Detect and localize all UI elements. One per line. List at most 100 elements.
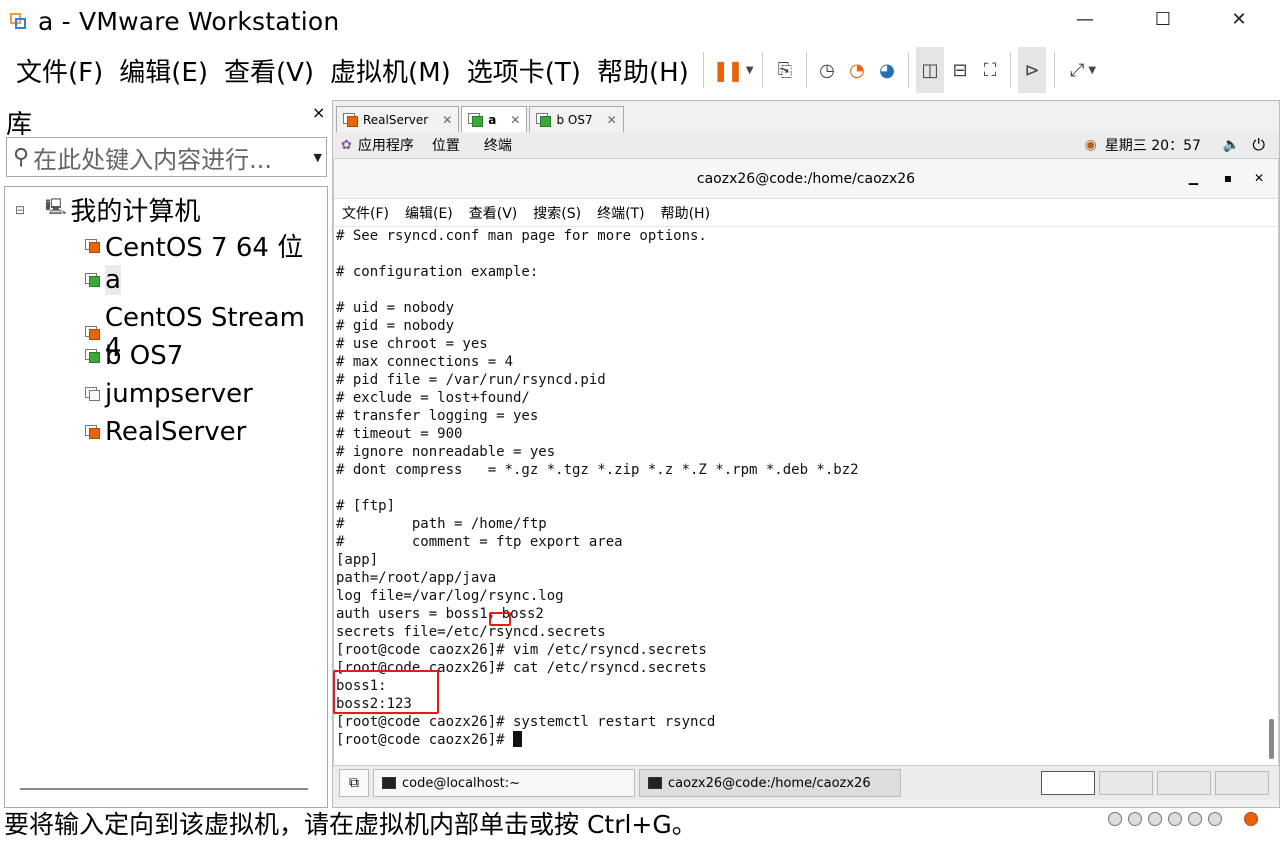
menu-file[interactable]: 文件(F) — [16, 52, 103, 89]
revert-snapshot-button[interactable]: ◔ — [842, 47, 872, 93]
revert-snapshot-icon: ◔ — [849, 59, 865, 81]
tree-root-my-computer[interactable]: ⊟ 🖳 我的计算机 — [15, 191, 200, 228]
taskbar-item-localhost[interactable]: code@localhost:~ — [373, 769, 635, 797]
guest-user-icon[interactable]: ◉ — [1085, 137, 1097, 153]
tree-item-label: CentOS 7 64 位 — [105, 233, 304, 263]
terminal-minimize-icon[interactable]: ▁ — [1189, 171, 1198, 185]
terminal-menu-edit[interactable]: 编辑(E) — [405, 203, 453, 223]
menu-vm[interactable]: 虚拟机(M) — [330, 52, 451, 89]
vm-status-icon[interactable] — [1244, 812, 1258, 826]
terminal-line: # use chroot = yes — [336, 336, 488, 352]
terminal-output[interactable]: # See rsyncd.conf man page for more opti… — [336, 227, 1256, 763]
workspace-3[interactable] — [1157, 771, 1211, 795]
terminal-line: # configuration example: — [336, 264, 539, 280]
tab-a[interactable]: a ✕ — [461, 106, 528, 132]
thumbnail-bar-button[interactable]: ⊟ — [946, 47, 974, 93]
vm-running-icon — [468, 112, 484, 127]
tree-item-jumpserver[interactable]: jumpserver — [85, 379, 253, 409]
hard-disk-icon[interactable] — [1108, 812, 1122, 826]
tree-root-label: 我的计算机 — [70, 197, 201, 227]
terminal-line: # ignore nonreadable = yes — [336, 444, 556, 460]
menu-view[interactable]: 查看(V) — [224, 52, 314, 89]
minimize-button[interactable]: — — [1062, 0, 1108, 38]
close-icon: × — [312, 103, 326, 122]
close-button[interactable]: ✕ — [1216, 0, 1262, 38]
close-tab-icon[interactable]: ✕ — [510, 113, 520, 127]
terminal-line: [root@code caozx26]# cat /etc/rsyncd.sec… — [336, 660, 707, 676]
annotation-comma-highlight — [489, 612, 511, 626]
terminal-menu-file[interactable]: 文件(F) — [342, 203, 389, 223]
terminal-menu-search[interactable]: 搜索(S) — [533, 203, 581, 223]
guest-clock[interactable]: 星期三 20：57 — [1105, 135, 1201, 155]
library-scrollbar[interactable] — [20, 788, 308, 790]
close-tab-icon[interactable]: ✕ — [607, 113, 617, 127]
menu-tabs[interactable]: 选项卡(T) — [467, 52, 581, 89]
full-screen-button[interactable]: ⛶ — [976, 47, 1004, 93]
cd-dvd-icon[interactable] — [1128, 812, 1142, 826]
terminal-line: # exclude = lost+found/ — [336, 390, 530, 406]
collapse-icon[interactable]: ⊟ — [15, 203, 25, 217]
tab-b-os7[interactable]: b OS7 ✕ — [529, 106, 624, 132]
guest-terminal-window[interactable]: caozx26@code:/home/caozx26 ▁ ▪ ✕ 文件(F) 编… — [333, 158, 1279, 766]
snapshot-icon: ◷ — [819, 59, 835, 81]
show-desktop-icon[interactable]: ⧉ — [339, 769, 369, 797]
terminal-line: [root@code caozx26]# vim /etc/rsyncd.sec… — [336, 642, 707, 658]
vm-tab-strip: RealServer ✕ a ✕ b OS7 ✕ — [336, 106, 626, 132]
tab-realserver[interactable]: RealServer ✕ — [336, 106, 460, 132]
annotation-secrets-highlight — [333, 670, 439, 714]
library-search-input[interactable]: ⚲ 在此处键入内容进行... ▼ — [6, 137, 327, 177]
menu-help[interactable]: 帮助(H) — [597, 52, 689, 89]
guest-terminal-menu[interactable]: 终端 — [484, 135, 512, 155]
taskbar-item-label: caozx26@code:/home/caozx26 — [668, 775, 871, 791]
tree-item-a[interactable]: a — [85, 265, 121, 295]
power-icon[interactable]: ⏻ — [1252, 135, 1265, 155]
usb-icon[interactable] — [1168, 812, 1182, 826]
terminal-maximize-icon[interactable]: ▪ — [1224, 171, 1232, 185]
status-bar: 要将输入定向到该虚拟机，请在虚拟机内部单击或按 Ctrl+G。 — [0, 808, 1282, 839]
tree-item-centos7[interactable]: CentOS 7 64 位 — [85, 227, 303, 264]
toolbar-divider — [908, 52, 909, 88]
guest-places-menu[interactable]: 位置 — [432, 135, 460, 155]
chevron-down-icon[interactable]: ▼ — [314, 151, 322, 164]
tree-item-realserver[interactable]: RealServer — [85, 417, 246, 447]
maximize-button[interactable]: ☐ — [1140, 0, 1186, 38]
send-ctrl-alt-del-button[interactable]: ⎘ — [770, 47, 800, 93]
workspace-4[interactable] — [1215, 771, 1269, 795]
tab-label: b OS7 — [556, 112, 593, 127]
tree-item-b-os7[interactable]: b OS7 — [85, 341, 183, 371]
menu-edit[interactable]: 编辑(E) — [119, 52, 208, 89]
terminal-menu-help[interactable]: 帮助(H) — [661, 203, 710, 223]
terminal-icon — [382, 777, 396, 789]
suspend-button[interactable]: ❚❚ ▼ — [710, 47, 756, 93]
workspace-1[interactable] — [1041, 771, 1095, 795]
tree-item-label: b OS7 — [105, 341, 184, 371]
workspace-2[interactable] — [1099, 771, 1153, 795]
stretch-guest-button[interactable]: ⤢ ▼ — [1062, 47, 1104, 93]
terminal-line: [root@code caozx26]# systemctl restart r… — [336, 714, 716, 730]
printer-icon[interactable] — [1208, 812, 1222, 826]
terminal-menu-terminal[interactable]: 终端(T) — [597, 203, 644, 223]
terminal-close-icon[interactable]: ✕ — [1254, 171, 1264, 185]
snapshot-manager-button[interactable]: ◕ — [872, 47, 902, 93]
vm-icon — [85, 387, 101, 401]
taskbar-item-code[interactable]: caozx26@code:/home/caozx26 — [639, 769, 901, 797]
taskbar-item-label: code@localhost:~ — [402, 775, 520, 791]
library-close-button[interactable]: × — [312, 103, 325, 122]
console-view-button[interactable]: ⊳ — [1018, 47, 1046, 93]
terminal-line: # timeout = 900 — [336, 426, 463, 442]
terminal-menu-view[interactable]: 查看(V) — [469, 203, 518, 223]
terminal-icon — [648, 777, 662, 789]
network-icon[interactable] — [1148, 812, 1162, 826]
guest-apps-menu[interactable]: 应用程序 — [358, 135, 414, 155]
snapshot-button[interactable]: ◷ — [812, 47, 842, 93]
close-tab-icon[interactable]: ✕ — [442, 113, 452, 127]
terminal-titlebar: caozx26@code:/home/caozx26 ▁ ▪ ✕ — [334, 159, 1278, 199]
sound-icon[interactable] — [1188, 812, 1202, 826]
vm-running-icon — [536, 112, 552, 127]
volume-icon[interactable]: 🔈 — [1223, 137, 1240, 153]
terminal-scrollbar[interactable] — [1269, 719, 1274, 759]
tab-label: a — [488, 112, 497, 127]
show-library-button[interactable]: ◫ — [916, 47, 944, 93]
